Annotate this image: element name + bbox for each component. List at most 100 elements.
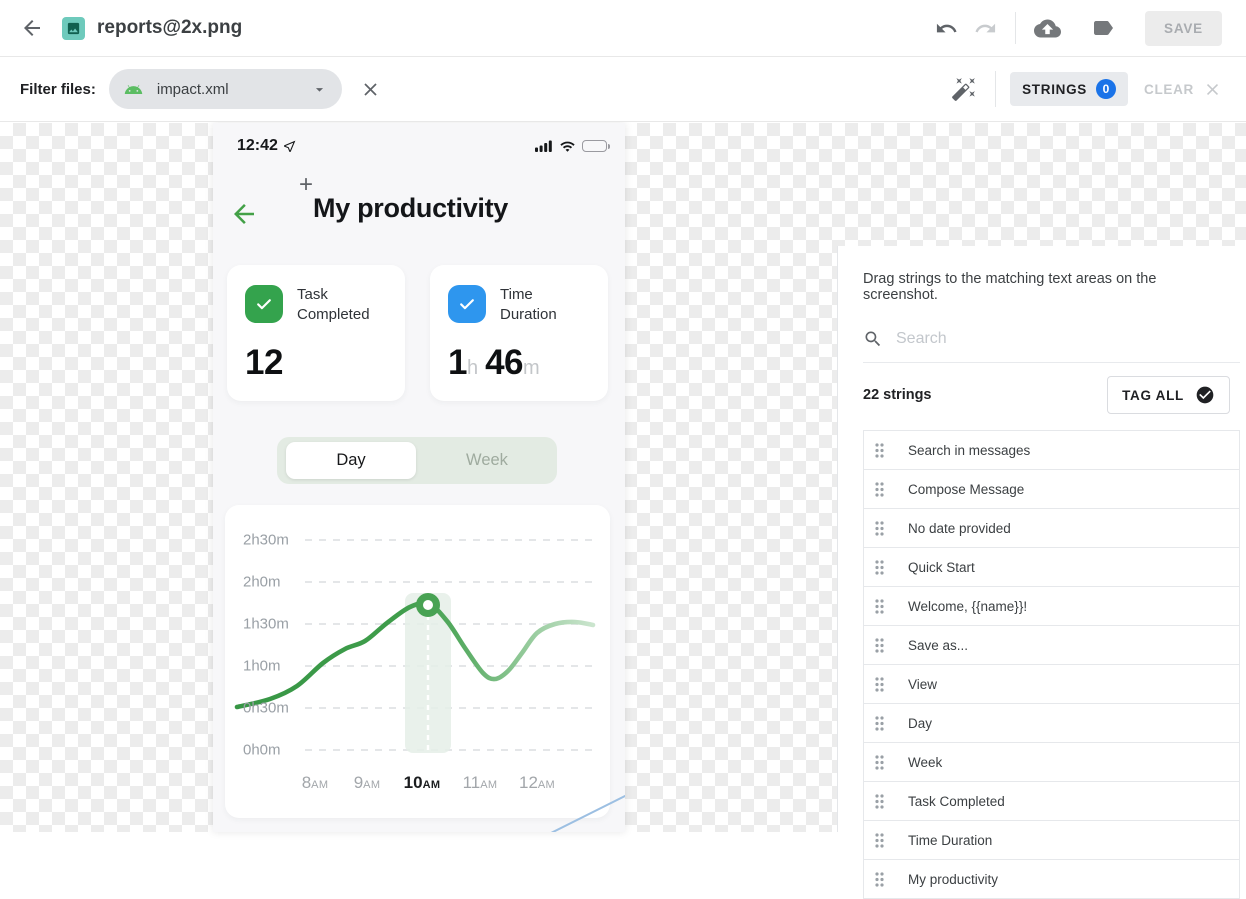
selected-file-name: impact.xml xyxy=(157,81,311,98)
search-input[interactable] xyxy=(896,330,1240,348)
duration-value-part: h xyxy=(467,357,478,379)
duration-value-part: 1 xyxy=(448,343,467,382)
y-axis-label: 1h0m xyxy=(243,658,281,675)
string-row[interactable]: Quick Start xyxy=(863,547,1240,587)
string-label: No date provided xyxy=(908,521,1011,536)
time-duration-card: Time Duration 1h 46m xyxy=(430,265,608,401)
x-axis-label: 8AM xyxy=(302,773,329,793)
string-row[interactable]: Task Completed xyxy=(863,781,1240,821)
wifi-icon xyxy=(559,140,576,153)
productivity-chart-card: 2h30m2h0m1h30m1h0m0h30m0h0m 8AM 9AM 10AM… xyxy=(225,505,610,818)
clear-close-icon xyxy=(1203,80,1222,99)
strings-filter-chip[interactable]: STRINGS 0 xyxy=(1010,72,1128,106)
tag-icon xyxy=(1091,16,1115,40)
toggle-week[interactable]: Week xyxy=(417,437,557,484)
filter-files-label: Filter files: xyxy=(20,81,96,98)
y-axis-label: 0h30m xyxy=(243,700,289,717)
undo-button[interactable] xyxy=(931,13,962,44)
string-row[interactable]: Day xyxy=(863,703,1240,743)
signal-bars-icon xyxy=(535,140,553,152)
string-label: Day xyxy=(908,716,932,731)
undo-icon xyxy=(935,17,958,40)
phone-back-arrow[interactable] xyxy=(229,199,259,234)
image-file-icon xyxy=(62,17,85,40)
drag-handle-icon[interactable] xyxy=(874,637,885,654)
filterbar-divider xyxy=(995,71,996,107)
string-label: Search in messages xyxy=(908,443,1030,458)
y-axis-label: 0h0m xyxy=(243,742,281,759)
strings-count-label: 22 strings xyxy=(863,387,932,403)
drag-handle-icon[interactable] xyxy=(874,520,885,537)
strings-count-badge: 0 xyxy=(1096,79,1116,99)
string-row[interactable]: View xyxy=(863,664,1240,704)
string-label: Time Duration xyxy=(908,833,992,848)
string-row[interactable]: My productivity xyxy=(863,859,1240,899)
toggle-day[interactable]: Day xyxy=(286,442,416,479)
string-row[interactable]: Week xyxy=(863,742,1240,782)
string-label: View xyxy=(908,677,937,692)
x-axis-label: 11AM xyxy=(463,773,498,793)
drag-handle-icon[interactable] xyxy=(874,598,885,615)
y-axis-label: 2h0m xyxy=(243,574,281,591)
duration-card-label: Time Duration xyxy=(500,285,572,324)
string-row[interactable]: Search in messages xyxy=(863,430,1240,470)
save-button[interactable]: SAVE xyxy=(1145,11,1222,46)
search-field[interactable] xyxy=(863,329,1240,363)
tag-all-button[interactable]: TAG ALL xyxy=(1107,376,1230,414)
period-toggle: Day Week xyxy=(277,437,557,484)
drag-handle-icon[interactable] xyxy=(874,754,885,771)
back-arrow-icon xyxy=(20,16,44,40)
drag-handle-icon[interactable] xyxy=(874,793,885,810)
drag-handle-icon[interactable] xyxy=(874,481,885,498)
strings-list: Search in messages Compose Message xyxy=(863,430,1240,899)
drag-handle-icon[interactable] xyxy=(874,715,885,732)
task-card-label: Task Completed xyxy=(297,285,369,324)
drag-handle-icon[interactable] xyxy=(874,676,885,693)
screenshot-phone[interactable]: 12:42 + My productivity Task Complete xyxy=(213,123,625,832)
string-label: Week xyxy=(908,755,942,770)
search-icon xyxy=(863,329,883,349)
location-arrow-icon xyxy=(283,140,296,153)
redo-button[interactable] xyxy=(970,13,1001,44)
string-label: Save as... xyxy=(908,638,968,653)
auto-tag-wand-button[interactable] xyxy=(947,72,981,106)
drag-handle-icon[interactable] xyxy=(874,442,885,459)
drag-handle-icon[interactable] xyxy=(874,559,885,576)
upload-button[interactable] xyxy=(1030,11,1065,46)
line-chart xyxy=(225,505,610,818)
close-icon xyxy=(360,79,381,100)
back-button[interactable] xyxy=(16,12,48,44)
task-check-icon xyxy=(245,285,283,323)
chevron-down-icon xyxy=(311,81,328,98)
green-back-arrow-icon xyxy=(229,199,259,229)
string-row[interactable]: No date provided xyxy=(863,508,1240,548)
plus-marker: + xyxy=(299,171,313,199)
file-filter-dropdown[interactable]: impact.xml xyxy=(109,69,342,109)
clear-strings-button[interactable]: CLEAR xyxy=(1144,80,1222,99)
tag-all-label: TAG ALL xyxy=(1122,388,1184,403)
top-bar: reports@2x.png SAVE xyxy=(0,0,1246,57)
panel-instruction: Drag strings to the matching text areas … xyxy=(863,271,1228,303)
clear-file-filter-button[interactable] xyxy=(356,75,385,104)
highlight-point-marker[interactable] xyxy=(420,597,437,614)
phone-screen-title: My productivity xyxy=(313,193,508,224)
filter-bar: Filter files: impact.xml STRINGS 0 CLEAR xyxy=(0,57,1246,122)
strings-chip-label: STRINGS xyxy=(1022,82,1087,97)
toolbar-divider xyxy=(1015,12,1016,44)
string-row[interactable]: Welcome, {{name}}! xyxy=(863,586,1240,626)
tag-button[interactable] xyxy=(1087,12,1119,44)
drag-handle-icon[interactable] xyxy=(874,832,885,849)
string-row[interactable]: Save as... xyxy=(863,625,1240,665)
android-icon xyxy=(123,83,144,96)
phone-status-bar: 12:42 xyxy=(237,137,607,155)
task-completed-card: Task Completed 12 xyxy=(227,265,405,401)
duration-value-part: 46 xyxy=(485,343,523,382)
drag-handle-icon[interactable] xyxy=(874,871,885,888)
duration-value-part: m xyxy=(523,357,540,379)
string-row[interactable]: Compose Message xyxy=(863,469,1240,509)
editor-canvas: 12:42 + My productivity Task Complete xyxy=(0,123,1246,832)
string-row[interactable]: Time Duration xyxy=(863,820,1240,860)
strings-header-row: 22 strings TAG ALL xyxy=(863,376,1240,414)
duration-check-icon xyxy=(448,285,486,323)
magic-wand-icon xyxy=(951,76,977,102)
